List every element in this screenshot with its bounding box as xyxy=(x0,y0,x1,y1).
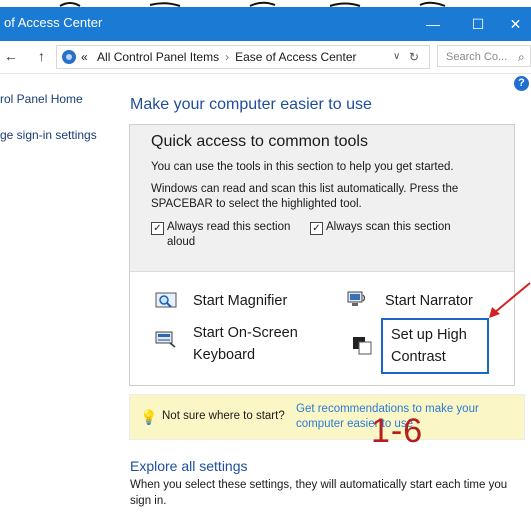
quick-access-header: Quick access to common tools You can use… xyxy=(130,125,514,272)
tip-question: Not sure where to start? xyxy=(162,410,285,422)
read-aloud-label-line2: aloud xyxy=(167,236,196,248)
minimize-button[interactable]: — xyxy=(410,7,456,41)
keyboard-icon xyxy=(155,331,176,348)
on-screen-keyboard-label-line1: Start On-Screen xyxy=(193,325,298,341)
navigation-bar: ← ↑ « All Control Panel Items › Ease of Ac… xyxy=(0,41,531,74)
maximize-button[interactable]: ☐ xyxy=(455,7,501,41)
on-screen-keyboard-label-line2: Keyboard xyxy=(193,347,256,363)
read-aloud-checkbox[interactable]: ✓ xyxy=(151,222,164,235)
explore-all-settings-description: When you select these settings, they wil… xyxy=(130,479,508,507)
read-aloud-label: Always read this section aloud xyxy=(167,220,290,250)
figure-number-annotation: 1-6 xyxy=(371,412,424,450)
quick-access-intro: You can use the tools in this section to… xyxy=(151,161,454,173)
refresh-icon[interactable]: ↻ xyxy=(409,46,419,68)
scan-label: Always scan this section xyxy=(326,221,451,233)
magnifier-icon xyxy=(155,292,177,308)
explore-all-settings-heading: Explore all settings xyxy=(130,458,248,474)
breadcrumb: « All Control Panel Items › Ease of Access… xyxy=(81,46,357,68)
address-bar[interactable]: « All Control Panel Items › Ease of Access… xyxy=(56,45,430,69)
lightbulb-icon: 💡 xyxy=(140,409,158,425)
tip-bar: 💡 Not sure where to start? Get recommend… xyxy=(129,394,525,440)
quick-access-title: Quick access to common tools xyxy=(151,133,368,150)
title-bar: of Access Center — ☐ ✕ xyxy=(0,7,531,41)
page-title: Make your computer easier to use xyxy=(130,96,372,113)
breadcrumb-item-all-items[interactable]: All Control Panel Items xyxy=(97,50,219,64)
up-arrow-icon[interactable]: ↑ xyxy=(38,48,45,64)
sidebar-item-sign-in-settings[interactable]: ge sign-in settings xyxy=(0,128,97,142)
set-up-high-contrast-button[interactable]: Set up High Contrast xyxy=(391,324,467,368)
breadcrumb-separator: › xyxy=(225,50,230,64)
cropped-top-strip xyxy=(0,0,531,7)
breadcrumb-item-ease-of-access[interactable]: Ease of Access Center xyxy=(235,50,356,64)
start-magnifier-button[interactable]: Start Magnifier xyxy=(193,290,287,312)
start-narrator-button[interactable]: Start Narrator xyxy=(385,290,473,312)
search-placeholder: Search Co... xyxy=(446,51,508,63)
scan-checkbox[interactable]: ✓ xyxy=(310,222,323,235)
high-contrast-label-line1: Set up High xyxy=(391,327,467,343)
window-title: of Access Center xyxy=(4,15,103,30)
narrator-icon xyxy=(347,291,366,306)
back-arrow-icon[interactable]: ← xyxy=(4,48,18,64)
address-dropdown-icon[interactable]: ∨ xyxy=(393,46,400,68)
high-contrast-icon xyxy=(353,337,372,355)
search-input[interactable]: Search Co... ⌕ xyxy=(437,45,531,67)
close-button[interactable]: ✕ xyxy=(500,7,531,41)
red-arrow-annotation xyxy=(489,282,531,318)
search-icon[interactable]: ⌕ xyxy=(518,46,525,68)
breadcrumb-overflow[interactable]: « xyxy=(81,50,88,64)
high-contrast-label-line2: Contrast xyxy=(391,349,446,365)
control-panel-icon xyxy=(62,50,76,64)
sidebar-item-control-panel-home[interactable]: rol Panel Home xyxy=(0,92,83,106)
quick-access-scan-text: Windows can read and scan this list auto… xyxy=(151,183,459,210)
help-icon[interactable]: ? xyxy=(514,76,529,91)
read-aloud-label-line1: Always read this section xyxy=(167,221,291,233)
start-on-screen-keyboard-button[interactable]: Start On-Screen Keyboard xyxy=(193,322,298,366)
